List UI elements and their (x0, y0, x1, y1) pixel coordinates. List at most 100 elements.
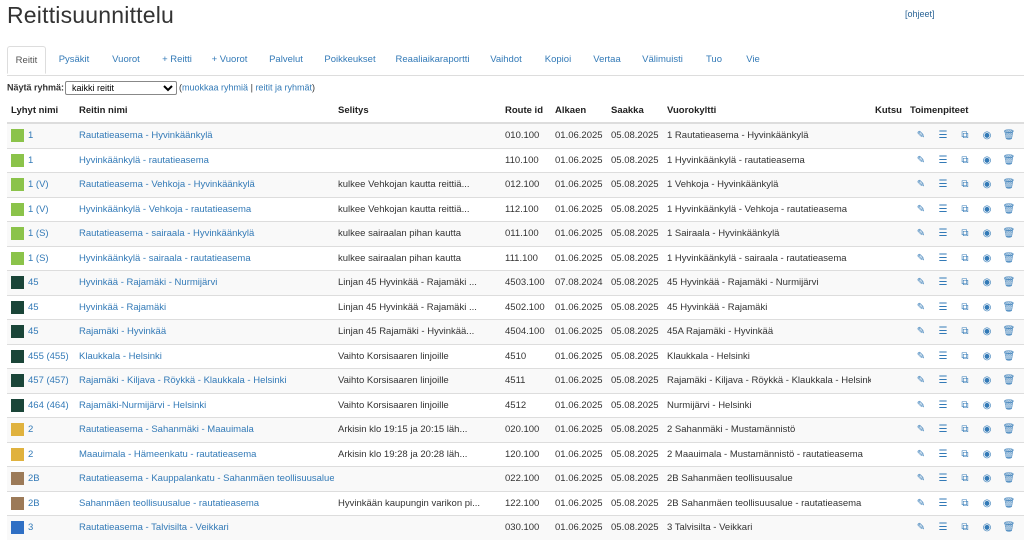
trash-icon[interactable]: 🗑 (998, 302, 1020, 313)
help-link[interactable]: [ohjeet] (905, 9, 935, 19)
list-icon[interactable]: ☰ (932, 449, 954, 460)
route-name-link[interactable]: Sahanmäen teollisuusalue - rautatieasema (79, 498, 259, 509)
tab-5[interactable]: + Vuorot (202, 46, 257, 74)
list-icon[interactable]: ☰ (932, 326, 954, 337)
trash-icon[interactable]: 🗑 (998, 130, 1020, 141)
edit-icon[interactable]: ✎ (910, 277, 932, 288)
view-icon[interactable]: ◉ (976, 326, 998, 337)
list-icon[interactable]: ☰ (932, 228, 954, 239)
group-select[interactable]: kaikki reitit (65, 81, 178, 95)
edit-icon[interactable]: ✎ (910, 204, 932, 215)
short-name-link[interactable]: 2 (28, 449, 33, 460)
list-icon[interactable]: ☰ (932, 302, 954, 313)
copy-icon[interactable]: ⧉ (954, 424, 976, 435)
view-icon[interactable]: ◉ (976, 498, 998, 509)
route-name-link[interactable]: Rautatieasema - Vehkoja - Hyvinkäänkylä (79, 179, 255, 190)
view-icon[interactable]: ◉ (976, 155, 998, 166)
edit-icon[interactable]: ✎ (910, 326, 932, 337)
view-icon[interactable]: ◉ (976, 375, 998, 386)
view-icon[interactable]: ◉ (976, 130, 998, 141)
edit-icon[interactable]: ✎ (910, 449, 932, 460)
trash-icon[interactable]: 🗑 (998, 204, 1020, 215)
header-route-name[interactable]: Reitin nimi (75, 98, 334, 124)
route-name-link[interactable]: Hyvinkää - Rajamäki (79, 302, 166, 313)
edit-icon[interactable]: ✎ (910, 155, 932, 166)
edit-icon[interactable]: ✎ (910, 302, 932, 313)
route-name-link[interactable]: Maauimala - Hämeenkatu - rautatieasema (79, 449, 256, 460)
route-name-link[interactable]: Hyvinkäänkylä - Vehkoja - rautatieasema (79, 204, 251, 215)
list-icon[interactable]: ☰ (932, 351, 954, 362)
edit-icon[interactable]: ✎ (910, 179, 932, 190)
view-icon[interactable]: ◉ (976, 228, 998, 239)
copy-icon[interactable]: ⧉ (954, 277, 976, 288)
short-name-link[interactable]: 1 (S) (28, 228, 49, 239)
view-icon[interactable]: ◉ (976, 473, 998, 484)
tab-6[interactable]: Palvelut (260, 46, 312, 74)
list-icon[interactable]: ☰ (932, 179, 954, 190)
edit-icon[interactable]: ✎ (910, 400, 932, 411)
header-route-id[interactable]: Route id (501, 98, 551, 124)
header-call[interactable]: Kutsu (871, 98, 906, 124)
short-name-link[interactable]: 2B (28, 473, 40, 484)
tab-8[interactable]: Reaaliaikaraportti (388, 46, 477, 74)
copy-icon[interactable]: ⧉ (954, 326, 976, 337)
trash-icon[interactable]: 🗑 (998, 375, 1020, 386)
trash-icon[interactable]: 🗑 (998, 473, 1020, 484)
trash-icon[interactable]: 🗑 (998, 253, 1020, 264)
route-name-link[interactable]: Klaukkala - Helsinki (79, 351, 162, 362)
copy-icon[interactable]: ⧉ (954, 130, 976, 141)
view-icon[interactable]: ◉ (976, 204, 998, 215)
tab-12[interactable]: Välimuisti (633, 46, 692, 74)
trash-icon[interactable]: 🗑 (998, 400, 1020, 411)
view-icon[interactable]: ◉ (976, 449, 998, 460)
trash-icon[interactable]: 🗑 (998, 326, 1020, 337)
edit-icon[interactable]: ✎ (910, 130, 932, 141)
copy-icon[interactable]: ⧉ (954, 204, 976, 215)
short-name-link[interactable]: 3 (28, 522, 33, 533)
copy-icon[interactable]: ⧉ (954, 449, 976, 460)
route-name-link[interactable]: Rautatieasema - Hyvinkäänkylä (79, 130, 213, 141)
header-short-name[interactable]: Lyhyt nimi (7, 98, 75, 124)
short-name-link[interactable]: 1 (V) (28, 204, 49, 215)
trash-icon[interactable]: 🗑 (998, 498, 1020, 509)
trash-icon[interactable]: 🗑 (998, 277, 1020, 288)
trash-icon[interactable]: 🗑 (998, 449, 1020, 460)
tab-13[interactable]: Tuo (695, 46, 733, 74)
edit-icon[interactable]: ✎ (910, 375, 932, 386)
routes-groups-link[interactable]: reitit ja ryhmät (255, 82, 312, 92)
short-name-link[interactable]: 45 (28, 277, 39, 288)
edit-icon[interactable]: ✎ (910, 522, 932, 533)
short-name-link[interactable]: 1 (S) (28, 253, 49, 264)
short-name-link[interactable]: 45 (28, 302, 39, 313)
copy-icon[interactable]: ⧉ (954, 375, 976, 386)
tab-1[interactable]: Reitit (7, 46, 46, 74)
route-name-link[interactable]: Rautatieasema - Sahanmäki - Maauimala (79, 424, 254, 435)
tab-11[interactable]: Vertaa (584, 46, 630, 74)
tab-10[interactable]: Kopioi (536, 46, 580, 74)
edit-groups-link[interactable]: muokkaa ryhmiä (182, 82, 248, 92)
tab-14[interactable]: Vie (736, 46, 770, 74)
list-icon[interactable]: ☰ (932, 522, 954, 533)
trash-icon[interactable]: 🗑 (998, 228, 1020, 239)
route-name-link[interactable]: Rajamäki-Nurmijärvi - Helsinki (79, 400, 206, 411)
edit-icon[interactable]: ✎ (910, 498, 932, 509)
header-description[interactable]: Selitys (334, 98, 501, 124)
edit-icon[interactable]: ✎ (910, 253, 932, 264)
edit-icon[interactable]: ✎ (910, 228, 932, 239)
list-icon[interactable]: ☰ (932, 155, 954, 166)
tab-2[interactable]: Pysäkit (50, 46, 98, 74)
list-icon[interactable]: ☰ (932, 253, 954, 264)
view-icon[interactable]: ◉ (976, 253, 998, 264)
trash-icon[interactable]: 🗑 (998, 179, 1020, 190)
header-actions[interactable]: Toimenpiteet (906, 98, 1024, 124)
copy-icon[interactable]: ⧉ (954, 179, 976, 190)
route-name-link[interactable]: Rautatieasema - Talvisilta - Veikkari (79, 522, 229, 533)
short-name-link[interactable]: 455 (455) (28, 351, 69, 362)
copy-icon[interactable]: ⧉ (954, 498, 976, 509)
list-icon[interactable]: ☰ (932, 424, 954, 435)
header-from[interactable]: Alkaen (551, 98, 607, 124)
view-icon[interactable]: ◉ (976, 179, 998, 190)
tab-3[interactable]: Vuorot (101, 46, 151, 74)
list-icon[interactable]: ☰ (932, 130, 954, 141)
view-icon[interactable]: ◉ (976, 277, 998, 288)
